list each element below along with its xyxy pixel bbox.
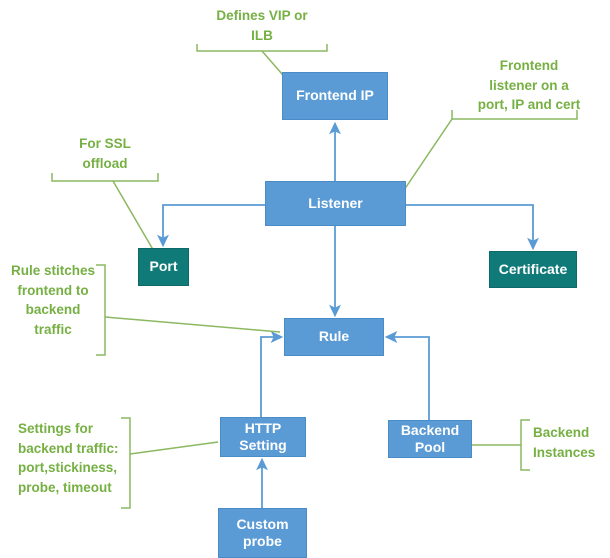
annotation-backend-traffic-settings: Settings for backend traffic: port,stick…: [18, 421, 119, 495]
annotation-backend-instances: Backend Instances: [533, 425, 596, 460]
node-frontend-ip[interactable]: Frontend IP: [282, 72, 388, 120]
bracket-backend-traffic-settings: [121, 417, 131, 509]
annotation-defines-vip-or-ilb: Defines VIP or ILB: [216, 8, 308, 43]
bracket-backend-instances: [520, 419, 530, 471]
diagram-canvas: Frontend IP Listener Port Certificate Ru…: [0, 0, 610, 558]
node-custom-probe[interactable]: Custom probe: [218, 508, 307, 558]
node-frontend-ip-label: Frontend IP: [296, 87, 374, 104]
leader-frontend-listener-note: [399, 118, 453, 197]
connector-listener-to-port: [157, 204, 265, 248]
node-rule-label: Rule: [318, 328, 350, 345]
node-rule[interactable]: Rule: [284, 318, 384, 356]
node-http-setting[interactable]: HTTP Setting: [220, 417, 306, 457]
leader-for-ssl-offload: [112, 180, 156, 254]
node-port-label: Port: [149, 258, 178, 275]
annotation-rule-stitches-note: Rule stitches frontend to backend traffi…: [10, 263, 96, 337]
node-port[interactable]: Port: [138, 248, 189, 286]
leader-rule-stitches-note: [104, 316, 281, 333]
node-backend-pool-label: Backend Pool: [400, 421, 460, 456]
annotation-for-ssl-offload: For SSL offload: [79, 136, 131, 171]
node-http-setting-label: HTTP Setting: [239, 419, 287, 454]
connector-backend-pool-to-rule: [384, 331, 430, 420]
node-listener[interactable]: Listener: [265, 181, 406, 226]
bracket-for-ssl-offload: [51, 173, 159, 182]
node-certificate[interactable]: Certificate: [489, 251, 577, 288]
annotation-frontend-listener-note: Frontend listener on a port, IP and cert: [477, 58, 581, 113]
node-certificate-label: Certificate: [498, 260, 568, 277]
connector-http-setting-to-rule: [260, 331, 284, 417]
leader-backend-traffic-settings: [129, 441, 219, 455]
node-listener-label: Listener: [308, 194, 363, 211]
node-custom-probe-label: Custom probe: [236, 515, 289, 550]
connector-listener-to-certificate: [406, 204, 539, 251]
node-backend-pool[interactable]: Backend Pool: [388, 420, 472, 458]
